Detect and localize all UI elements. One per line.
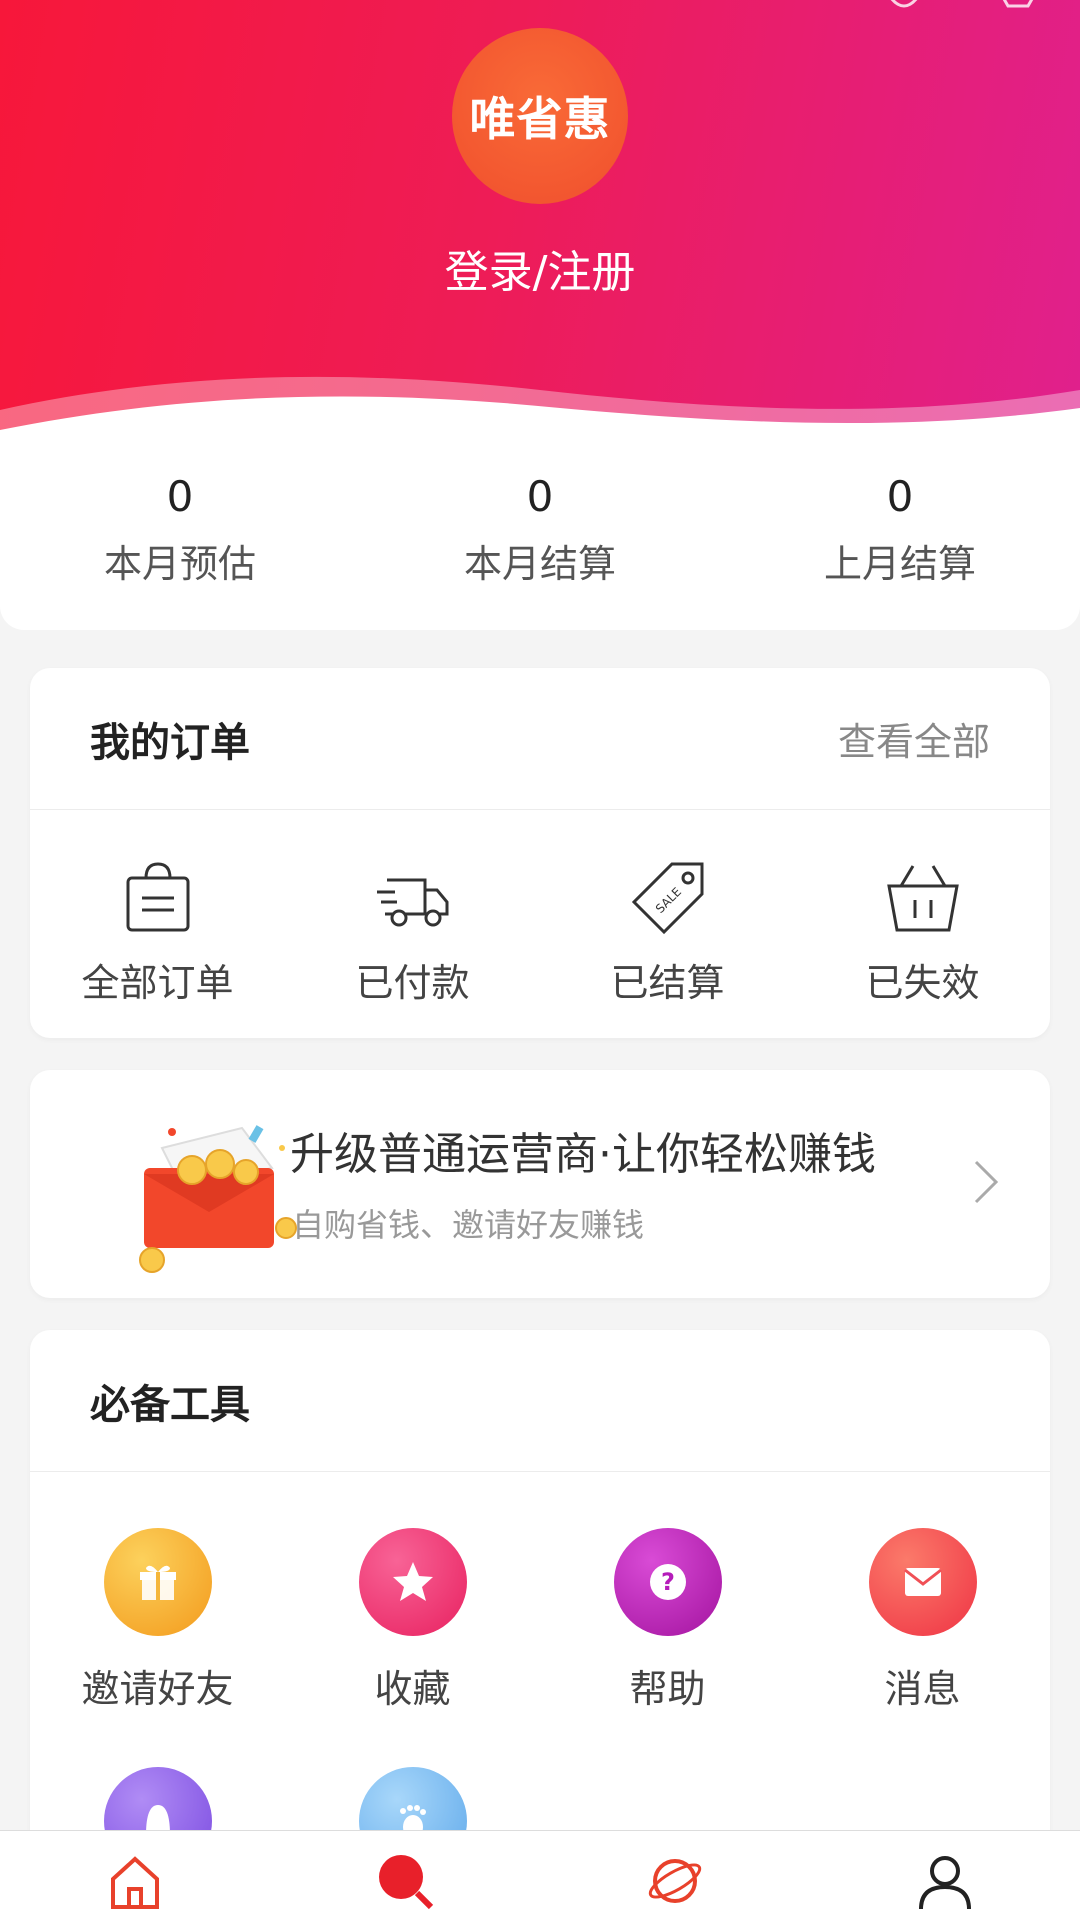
earnings-stats: 0 本月预估 0 本月结算 0 上月结算	[0, 430, 1080, 630]
brand-logo: 唯省惠	[452, 28, 628, 204]
tab-discover[interactable]	[540, 1831, 810, 1920]
delivery-truck-icon	[376, 878, 448, 927]
gift-icon	[139, 1565, 176, 1600]
orders-header: 我的订单 查看全部	[30, 668, 1050, 810]
order-all[interactable]: 全部订单	[30, 810, 285, 1038]
my-orders-card: 我的订单 查看全部 全部订单 已付款 SALE 已结算 已失效	[30, 668, 1050, 1038]
tool-icon-circle	[103, 1528, 212, 1636]
tool-icon-circle: ?	[613, 1528, 722, 1636]
stat-label: 本月结算	[463, 542, 616, 586]
order-paid[interactable]: 已付款	[285, 810, 540, 1038]
upgrade-operator-banner[interactable]: 升级普通运营商·让你轻松赚钱 自购省钱、邀请好友赚钱	[30, 1070, 1050, 1298]
chevron-right-icon	[974, 1160, 999, 1204]
stat-label: 上月结算	[823, 542, 976, 586]
search-icon	[379, 1855, 434, 1910]
tool-favorites[interactable]: 收藏	[285, 1528, 540, 1713]
header-actions	[882, 0, 1040, 12]
mail-icon	[903, 1568, 942, 1596]
order-label: 已失效	[865, 961, 980, 1005]
stat-this-month-estimate[interactable]: 0 本月预估	[0, 430, 360, 630]
tab-profile[interactable]	[810, 1831, 1080, 1920]
tools-header: 必备工具	[30, 1330, 1050, 1472]
stat-label: 本月预估	[103, 542, 256, 586]
stat-value: 0	[886, 472, 914, 521]
settings-icon[interactable]	[882, 0, 926, 12]
red-envelope-coins-icon	[139, 1125, 297, 1273]
tool-icon-circle	[358, 1528, 467, 1636]
tool-invite-friends[interactable]: 邀请好友	[30, 1528, 285, 1713]
promo-title: 升级普通运营商·让你轻松赚钱	[290, 1129, 876, 1180]
tab-home[interactable]	[0, 1831, 270, 1920]
tool-label: 邀请好友	[81, 1667, 234, 1711]
profile-icon	[919, 1856, 971, 1910]
order-label: 已结算	[610, 961, 725, 1005]
home-icon	[111, 1856, 159, 1909]
login-register-link[interactable]: 登录/注册	[0, 236, 1080, 300]
shopping-bag-icon	[126, 862, 189, 932]
svg-text:?: ?	[661, 1568, 675, 1596]
stat-this-month-settled[interactable]: 0 本月结算	[360, 430, 720, 630]
message-icon[interactable]	[996, 0, 1040, 12]
tool-messages[interactable]: 消息	[795, 1528, 1050, 1713]
bottom-tab-bar	[0, 1830, 1080, 1920]
planet-icon	[648, 1859, 702, 1903]
tool-label: 收藏	[374, 1667, 451, 1711]
order-label: 全部订单	[81, 961, 234, 1005]
tool-label: 消息	[884, 1667, 961, 1711]
tools-title: 必备工具	[90, 1381, 250, 1428]
promo-subtitle: 自购省钱、邀请好友赚钱	[292, 1206, 645, 1244]
tool-label: 帮助	[629, 1667, 706, 1711]
stat-value: 0	[166, 472, 194, 521]
view-all-orders-link[interactable]: 查看全部	[838, 711, 990, 766]
order-status-row: 全部订单 已付款 SALE 已结算 已失效	[30, 810, 1050, 1038]
stat-value: 0	[526, 472, 554, 521]
sale-tag-icon: SALE	[631, 862, 703, 935]
tab-search[interactable]	[270, 1831, 540, 1920]
basket-icon	[886, 865, 959, 932]
tool-icon-circle	[868, 1528, 977, 1636]
stat-last-month-settled[interactable]: 0 上月结算	[720, 430, 1080, 630]
question-icon: ?	[649, 1564, 686, 1600]
order-settled[interactable]: SALE 已结算	[540, 810, 795, 1038]
tool-help[interactable]: ? 帮助	[540, 1528, 795, 1713]
svg-text:SALE: SALE	[652, 885, 683, 916]
order-label: 已付款	[355, 961, 470, 1005]
star-icon	[392, 1562, 433, 1601]
brand-logo-text: 唯省惠	[469, 92, 611, 146]
orders-title: 我的订单	[90, 719, 250, 766]
profile-header: 唯省惠 登录/注册	[0, 0, 1080, 470]
order-invalid[interactable]: 已失效	[795, 810, 1050, 1038]
